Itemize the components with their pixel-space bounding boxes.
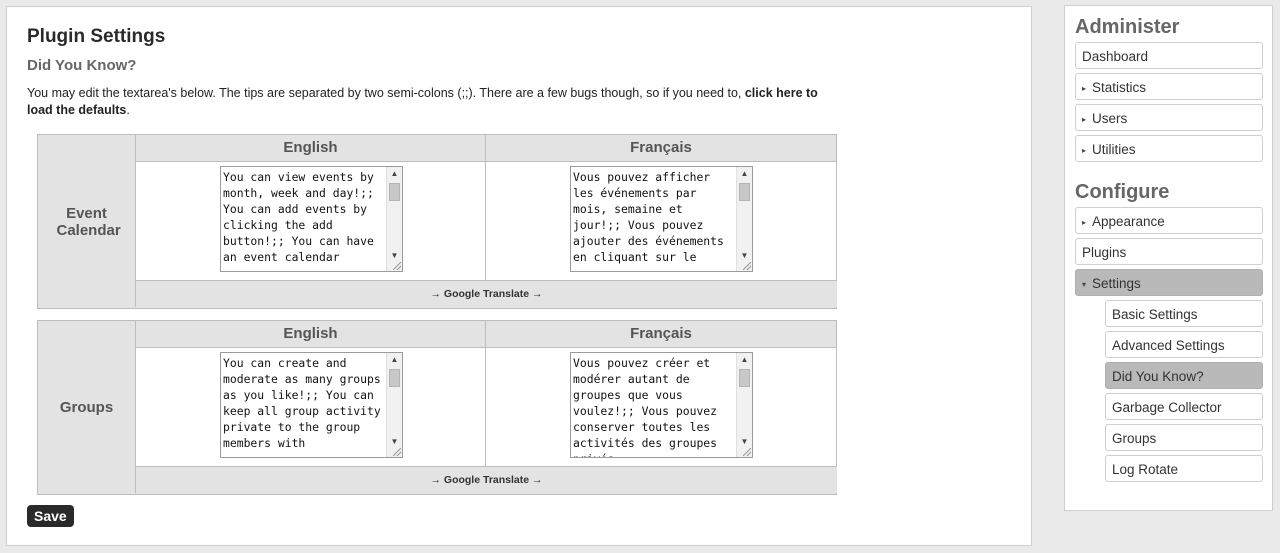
scroll-up-arrow-icon[interactable]: ▲ [737, 167, 752, 181]
sidebar-item-label: Settings [1092, 276, 1141, 291]
scroll-thumb[interactable] [739, 183, 750, 201]
scroll-up-arrow-icon[interactable]: ▲ [737, 353, 752, 367]
sidebar-item-label: Users [1092, 111, 1128, 126]
english-cell: You can view events by month, week and d… [135, 161, 485, 281]
sidebar-item-label: Did You Know? [1112, 369, 1204, 384]
sidebar-subitem-groups[interactable]: Groups [1105, 424, 1263, 451]
expand-arrow-icon: ▸ [1082, 83, 1087, 93]
sidebar-item-label: Statistics [1092, 80, 1147, 95]
page-title: Plugin Settings [27, 26, 166, 47]
sidebar-item-dashboard[interactable]: Dashboard [1075, 42, 1263, 69]
section-subtitle: Did You Know? [27, 57, 137, 74]
expand-arrow-icon: ▸ [1082, 145, 1087, 155]
sidebar-item-settings[interactable]: ▾ Settings [1075, 269, 1263, 296]
sidebar-item-label: Utilities [1092, 142, 1136, 157]
sidebar-item-statistics[interactable]: ▸ Statistics [1075, 73, 1263, 100]
sidebar-item-label: Dashboard [1082, 49, 1149, 64]
admin-sidebar: Administer Dashboard ▸ Statistics ▸ Users … [1064, 5, 1273, 511]
english-textarea[interactable]: You can create and moderate as many grou… [220, 352, 403, 458]
scroll-up-arrow-icon[interactable]: ▲ [387, 167, 402, 181]
expand-arrow-icon: ▸ [1082, 114, 1087, 124]
scroll-thumb[interactable] [389, 369, 400, 387]
sidebar-item-label: Basic Settings [1112, 307, 1198, 322]
event-calendar-label: Event Calendar [56, 204, 121, 239]
sidebar-subitem-advanced-settings[interactable]: Advanced Settings [1105, 331, 1263, 358]
scroll-down-arrow-icon[interactable]: ▼ [387, 249, 402, 263]
intro-end: . [126, 103, 130, 117]
administer-heading: Administer [1075, 16, 1180, 38]
english-textarea-value: You can view events by month, week and d… [223, 170, 381, 264]
groups-block: Groups English Français You can create a… [37, 320, 837, 495]
sidebar-item-label: Appearance [1092, 214, 1165, 229]
textarea-scrollbar[interactable]: ▲ ▼ [736, 167, 752, 271]
google-translate-link[interactable]: → Google Translate → [135, 281, 837, 307]
resize-grip-icon[interactable] [393, 262, 401, 270]
textarea-scrollbar[interactable]: ▲ ▼ [386, 353, 402, 457]
scroll-thumb[interactable] [739, 369, 750, 387]
sidebar-item-plugins[interactable]: Plugins [1075, 238, 1263, 265]
expand-arrow-icon: ▸ [1082, 217, 1087, 227]
sidebar-subitem-log-rotate[interactable]: Log Rotate [1105, 455, 1263, 482]
scroll-up-arrow-icon[interactable]: ▲ [387, 353, 402, 367]
scroll-thumb[interactable] [389, 183, 400, 201]
french-textarea-value: Vous pouvez créer et modérer autant de g… [573, 356, 718, 457]
sidebar-item-label: Groups [1112, 431, 1157, 446]
block-label: Event Calendar [38, 135, 135, 308]
english-textarea[interactable]: You can view events by month, week and d… [220, 166, 403, 272]
french-cell: Vous pouvez afficher les événements par … [485, 161, 836, 281]
intro-text: You may edit the textarea's below. The t… [27, 86, 745, 100]
collapse-arrow-icon: ▾ [1082, 279, 1087, 289]
scroll-down-arrow-icon[interactable]: ▼ [737, 435, 752, 449]
sidebar-subitem-garbage-collector[interactable]: Garbage Collector [1105, 393, 1263, 420]
sidebar-item-label: Advanced Settings [1112, 338, 1225, 353]
textarea-scrollbar[interactable]: ▲ ▼ [386, 167, 402, 271]
resize-grip-icon[interactable] [743, 262, 751, 270]
resize-grip-icon[interactable] [743, 448, 751, 456]
event-calendar-block: Event Calendar English Français You can … [37, 134, 837, 309]
english-header: English [135, 135, 485, 161]
sidebar-item-label: Plugins [1082, 245, 1127, 260]
french-header: Français [485, 321, 836, 347]
block-label: Groups [38, 321, 135, 494]
scroll-down-arrow-icon[interactable]: ▼ [387, 435, 402, 449]
scroll-down-arrow-icon[interactable]: ▼ [737, 249, 752, 263]
sidebar-subitem-did-you-know[interactable]: Did You Know? [1105, 362, 1263, 389]
resize-grip-icon[interactable] [393, 448, 401, 456]
english-cell: You can create and moderate as many grou… [135, 347, 485, 467]
main-content: Plugin Settings Did You Know? You may ed… [6, 6, 1032, 546]
textarea-scrollbar[interactable]: ▲ ▼ [736, 353, 752, 457]
sidebar-item-appearance[interactable]: ▸ Appearance [1075, 207, 1263, 234]
sidebar-item-utilities[interactable]: ▸ Utilities [1075, 135, 1263, 162]
intro-paragraph: You may edit the textarea's below. The t… [27, 85, 827, 119]
french-textarea[interactable]: Vous pouvez afficher les événements par … [570, 166, 753, 272]
sidebar-item-users[interactable]: ▸ Users [1075, 104, 1263, 131]
french-header: Français [485, 135, 836, 161]
french-textarea-value: Vous pouvez afficher les événements par … [573, 170, 731, 264]
google-translate-link[interactable]: → Google Translate → [135, 467, 837, 493]
save-button[interactable]: Save [27, 505, 74, 527]
sidebar-item-label: Garbage Collector [1112, 400, 1222, 415]
groups-label: Groups [59, 399, 114, 416]
french-textarea[interactable]: Vous pouvez créer et modérer autant de g… [570, 352, 753, 458]
english-textarea-value: You can create and moderate as many grou… [223, 356, 388, 450]
english-header: English [135, 321, 485, 347]
sidebar-subitem-basic-settings[interactable]: Basic Settings [1105, 300, 1263, 327]
sidebar-item-label: Log Rotate [1112, 462, 1179, 477]
configure-heading: Configure [1075, 181, 1170, 203]
french-cell: Vous pouvez créer et modérer autant de g… [485, 347, 836, 467]
